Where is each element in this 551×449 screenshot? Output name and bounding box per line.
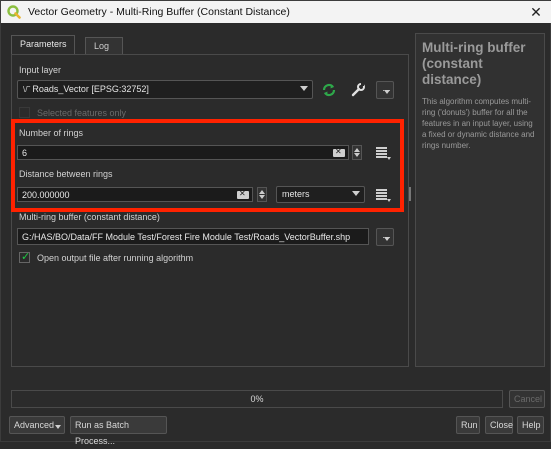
- window-title: Vector Geometry - Multi-Ring Buffer (Con…: [28, 6, 290, 18]
- dropdown-arrow-icon: [384, 237, 390, 241]
- input-layer-more-button[interactable]: …: [376, 81, 394, 99]
- wrench-icon[interactable]: [350, 82, 366, 98]
- open-output-label: Open output file after running algorithm: [37, 253, 194, 263]
- input-layer-label: Input layer: [19, 65, 62, 75]
- progress-bar: 0%: [11, 390, 503, 408]
- advanced-button[interactable]: Advanced: [9, 416, 65, 434]
- qgis-logo-icon: [7, 5, 21, 19]
- tab-log[interactable]: Log: [85, 37, 123, 54]
- close-window-icon[interactable]: ✕: [528, 4, 544, 20]
- title-bar: Vector Geometry - Multi-Ring Buffer (Con…: [1, 1, 551, 23]
- input-layer-select[interactable]: \/˜ Roads_Vector [EPSG:32752]: [17, 80, 313, 99]
- vector-line-icon: \/˜: [23, 85, 33, 94]
- run-button[interactable]: Run: [456, 416, 480, 434]
- output-more-button[interactable]: …: [376, 228, 394, 246]
- chevron-down-icon: [300, 86, 308, 91]
- close-button[interactable]: Close: [485, 416, 513, 434]
- input-layer-value: Roads_Vector [EPSG:32752]: [32, 84, 149, 94]
- help-button[interactable]: Help: [517, 416, 544, 434]
- output-path-input[interactable]: G:/HAS/BO/Data/FF Module Test/Forest Fir…: [17, 228, 369, 245]
- help-title: Multi-ring buffer (constant distance): [422, 40, 526, 87]
- run-as-batch-button[interactable]: Run as Batch Process...: [70, 416, 167, 446]
- cancel-button[interactable]: Cancel: [509, 390, 545, 408]
- advanced-label: Advanced: [14, 420, 55, 430]
- dialog-window: Vector Geometry - Multi-Ring Buffer (Con…: [0, 0, 551, 446]
- output-label: Multi-ring buffer (constant distance): [19, 212, 160, 222]
- dropdown-arrow-icon: [384, 90, 390, 94]
- highlight-box: [11, 119, 404, 212]
- iterate-refresh-icon[interactable]: [321, 82, 337, 98]
- output-path-value: G:/HAS/BO/Data/FF Module Test/Forest Fir…: [22, 232, 351, 242]
- selected-features-only-checkbox[interactable]: [19, 107, 30, 118]
- splitter-handle[interactable]: [409, 187, 411, 201]
- selected-features-only-label: Selected features only: [37, 108, 127, 118]
- open-output-checkbox[interactable]: [19, 250, 30, 263]
- progress-label: 0%: [250, 394, 264, 404]
- help-panel: Multi-ring buffer (constant distance) Th…: [415, 33, 545, 367]
- tab-parameters[interactable]: Parameters: [11, 35, 75, 56]
- help-text: This algorithm computes multi-ring ('don…: [422, 97, 535, 150]
- dropdown-arrow-icon: [55, 425, 61, 429]
